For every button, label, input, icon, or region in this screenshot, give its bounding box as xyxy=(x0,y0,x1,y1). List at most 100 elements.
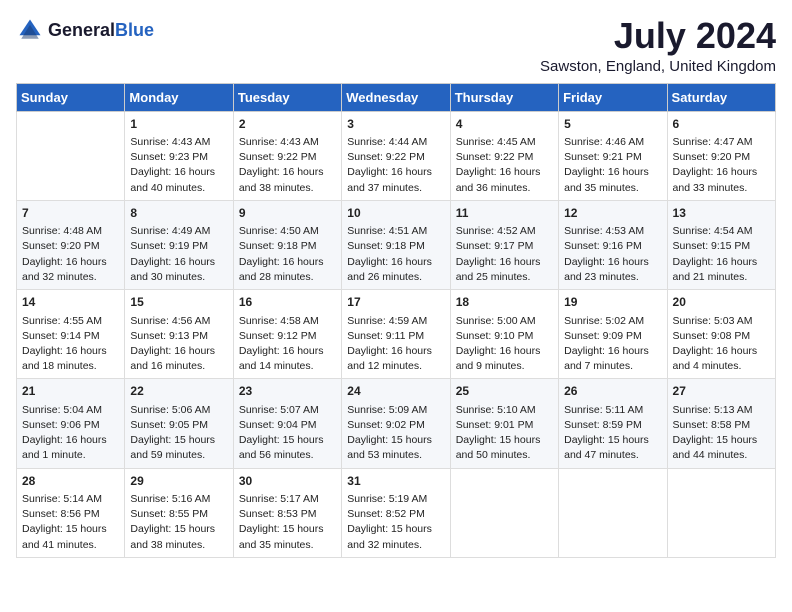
day-number: 3 xyxy=(347,116,444,133)
weekday-header: Friday xyxy=(559,83,667,111)
cell-content: Sunrise: 4:54 AM Sunset: 9:15 PM Dayligh… xyxy=(673,224,770,285)
day-number: 29 xyxy=(130,473,227,490)
calendar-cell: 1Sunrise: 4:43 AM Sunset: 9:23 PM Daylig… xyxy=(125,111,233,200)
calendar-cell: 4 Sunrise: 4:45 AM Sunset: 9:22 PM Daylig… xyxy=(450,111,558,200)
cell-content: Sunrise: 4:52 AM Sunset: 9:17 PM Dayligh… xyxy=(456,224,553,285)
cell-content: Sunrise: 4:55 AM Sunset: 9:14 PM Dayligh… xyxy=(22,314,119,375)
logo: GeneralBlue xyxy=(16,16,154,44)
calendar-cell: 17Sunrise: 4:59 AM Sunset: 9:11 PM Dayli… xyxy=(342,290,450,379)
calendar-cell: 29Sunrise: 5:16 AM Sunset: 8:55 PM Dayli… xyxy=(125,468,233,557)
day-number: 25 xyxy=(456,383,553,400)
day-number: 28 xyxy=(22,473,119,490)
calendar-cell: 24Sunrise: 5:09 AM Sunset: 9:02 PM Dayli… xyxy=(342,379,450,468)
calendar-cell: 13Sunrise: 4:54 AM Sunset: 9:15 PM Dayli… xyxy=(667,200,775,289)
cell-content: Sunrise: 4:53 AM Sunset: 9:16 PM Dayligh… xyxy=(564,224,661,285)
day-number: 18 xyxy=(456,294,553,311)
calendar-cell: 27Sunrise: 5:13 AM Sunset: 8:58 PM Dayli… xyxy=(667,379,775,468)
calendar-cell: 18 Sunrise: 5:00 AM Sunset: 9:10 PM Dayli… xyxy=(450,290,558,379)
cell-content: Sunrise: 5:00 AM Sunset: 9:10 PM Dayligh… xyxy=(456,314,553,375)
calendar-cell: 3 Sunrise: 4:44 AM Sunset: 9:22 PM Daylig… xyxy=(342,111,450,200)
calendar-table: SundayMondayTuesdayWednesdayThursdayFrid… xyxy=(16,83,776,558)
calendar-cell: 10 Sunrise: 4:51 AM Sunset: 9:18 PM Dayli… xyxy=(342,200,450,289)
calendar-week-row: 21 Sunrise: 5:04 AM Sunset: 9:06 PM Dayli… xyxy=(17,379,776,468)
calendar-cell: 8 Sunrise: 4:49 AM Sunset: 9:19 PM Daylig… xyxy=(125,200,233,289)
day-number: 21 xyxy=(22,383,119,400)
location-title: Sawston, England, United Kingdom xyxy=(540,58,776,75)
cell-content: Sunrise: 4:59 AM Sunset: 9:11 PM Dayligh… xyxy=(347,314,444,375)
calendar-cell: 14Sunrise: 4:55 AM Sunset: 9:14 PM Dayli… xyxy=(17,290,125,379)
day-number: 27 xyxy=(673,383,770,400)
cell-content: Sunrise: 5:17 AM Sunset: 8:53 PM Dayligh… xyxy=(239,492,336,553)
logo-text-general: General xyxy=(48,20,115,40)
cell-content: Sunrise: 4:44 AM Sunset: 9:22 PM Dayligh… xyxy=(347,135,444,196)
cell-content: Sunrise: 5:09 AM Sunset: 9:02 PM Dayligh… xyxy=(347,403,444,464)
cell-content: Sunrise: 4:58 AM Sunset: 9:12 PM Dayligh… xyxy=(239,314,336,375)
cell-content: Sunrise: 5:06 AM Sunset: 9:05 PM Dayligh… xyxy=(130,403,227,464)
day-number: 20 xyxy=(673,294,770,311)
day-number: 26 xyxy=(564,383,661,400)
calendar-cell xyxy=(559,468,667,557)
cell-content: Sunrise: 5:07 AM Sunset: 9:04 PM Dayligh… xyxy=(239,403,336,464)
day-number: 8 xyxy=(130,205,227,222)
cell-content: Sunrise: 4:45 AM Sunset: 9:22 PM Dayligh… xyxy=(456,135,553,196)
day-number: 1 xyxy=(130,116,227,133)
weekday-header: Sunday xyxy=(17,83,125,111)
calendar-cell xyxy=(450,468,558,557)
cell-content: Sunrise: 5:03 AM Sunset: 9:08 PM Dayligh… xyxy=(673,314,770,375)
day-number: 12 xyxy=(564,205,661,222)
calendar-week-row: 14Sunrise: 4:55 AM Sunset: 9:14 PM Dayli… xyxy=(17,290,776,379)
calendar-week-row: 7 Sunrise: 4:48 AM Sunset: 9:20 PM Daylig… xyxy=(17,200,776,289)
cell-content: Sunrise: 4:49 AM Sunset: 9:19 PM Dayligh… xyxy=(130,224,227,285)
calendar-cell xyxy=(667,468,775,557)
calendar-cell: 16Sunrise: 4:58 AM Sunset: 9:12 PM Dayli… xyxy=(233,290,341,379)
calendar-cell: 26 Sunrise: 5:11 AM Sunset: 8:59 PM Dayli… xyxy=(559,379,667,468)
day-number: 9 xyxy=(239,205,336,222)
calendar-cell: 15Sunrise: 4:56 AM Sunset: 9:13 PM Dayli… xyxy=(125,290,233,379)
cell-content: Sunrise: 4:43 AM Sunset: 9:22 PM Dayligh… xyxy=(239,135,336,196)
calendar-cell: 7 Sunrise: 4:48 AM Sunset: 9:20 PM Daylig… xyxy=(17,200,125,289)
cell-content: Sunrise: 4:50 AM Sunset: 9:18 PM Dayligh… xyxy=(239,224,336,285)
cell-content: Sunrise: 4:56 AM Sunset: 9:13 PM Dayligh… xyxy=(130,314,227,375)
logo-text-blue: Blue xyxy=(115,20,154,40)
calendar-cell: 23 Sunrise: 5:07 AM Sunset: 9:04 PM Dayli… xyxy=(233,379,341,468)
weekday-header: Wednesday xyxy=(342,83,450,111)
calendar-cell: 6 Sunrise: 4:47 AM Sunset: 9:20 PM Daylig… xyxy=(667,111,775,200)
calendar-cell: 12 Sunrise: 4:53 AM Sunset: 9:16 PM Dayli… xyxy=(559,200,667,289)
calendar-cell: 2 Sunrise: 4:43 AM Sunset: 9:22 PM Daylig… xyxy=(233,111,341,200)
month-title: July 2024 xyxy=(540,16,776,56)
day-number: 2 xyxy=(239,116,336,133)
day-number: 31 xyxy=(347,473,444,490)
calendar-cell: 20 Sunrise: 5:03 AM Sunset: 9:08 PM Dayli… xyxy=(667,290,775,379)
page-header: GeneralBlue July 2024 Sawston, England, … xyxy=(16,16,776,75)
cell-content: Sunrise: 4:48 AM Sunset: 9:20 PM Dayligh… xyxy=(22,224,119,285)
calendar-cell: 28 Sunrise: 5:14 AM Sunset: 8:56 PM Dayli… xyxy=(17,468,125,557)
day-number: 4 xyxy=(456,116,553,133)
weekday-header: Saturday xyxy=(667,83,775,111)
day-number: 19 xyxy=(564,294,661,311)
cell-content: Sunrise: 5:02 AM Sunset: 9:09 PM Dayligh… xyxy=(564,314,661,375)
calendar-cell: 19 Sunrise: 5:02 AM Sunset: 9:09 PM Dayli… xyxy=(559,290,667,379)
calendar-cell: 5Sunrise: 4:46 AM Sunset: 9:21 PM Daylig… xyxy=(559,111,667,200)
weekday-header: Monday xyxy=(125,83,233,111)
weekday-header-row: SundayMondayTuesdayWednesdayThursdayFrid… xyxy=(17,83,776,111)
logo-icon xyxy=(16,16,44,44)
day-number: 22 xyxy=(130,383,227,400)
cell-content: Sunrise: 5:10 AM Sunset: 9:01 PM Dayligh… xyxy=(456,403,553,464)
title-area: July 2024 Sawston, England, United Kingd… xyxy=(540,16,776,75)
day-number: 10 xyxy=(347,205,444,222)
cell-content: Sunrise: 5:04 AM Sunset: 9:06 PM Dayligh… xyxy=(22,403,119,464)
calendar-week-row: 28 Sunrise: 5:14 AM Sunset: 8:56 PM Dayli… xyxy=(17,468,776,557)
cell-content: Sunrise: 5:11 AM Sunset: 8:59 PM Dayligh… xyxy=(564,403,661,464)
day-number: 23 xyxy=(239,383,336,400)
cell-content: Sunrise: 4:47 AM Sunset: 9:20 PM Dayligh… xyxy=(673,135,770,196)
day-number: 6 xyxy=(673,116,770,133)
calendar-cell: 31Sunrise: 5:19 AM Sunset: 8:52 PM Dayli… xyxy=(342,468,450,557)
weekday-header: Thursday xyxy=(450,83,558,111)
cell-content: Sunrise: 4:51 AM Sunset: 9:18 PM Dayligh… xyxy=(347,224,444,285)
cell-content: Sunrise: 5:14 AM Sunset: 8:56 PM Dayligh… xyxy=(22,492,119,553)
day-number: 7 xyxy=(22,205,119,222)
calendar-cell: 25 Sunrise: 5:10 AM Sunset: 9:01 PM Dayli… xyxy=(450,379,558,468)
calendar-cell: 9 Sunrise: 4:50 AM Sunset: 9:18 PM Daylig… xyxy=(233,200,341,289)
calendar-cell xyxy=(17,111,125,200)
cell-content: Sunrise: 4:46 AM Sunset: 9:21 PM Dayligh… xyxy=(564,135,661,196)
